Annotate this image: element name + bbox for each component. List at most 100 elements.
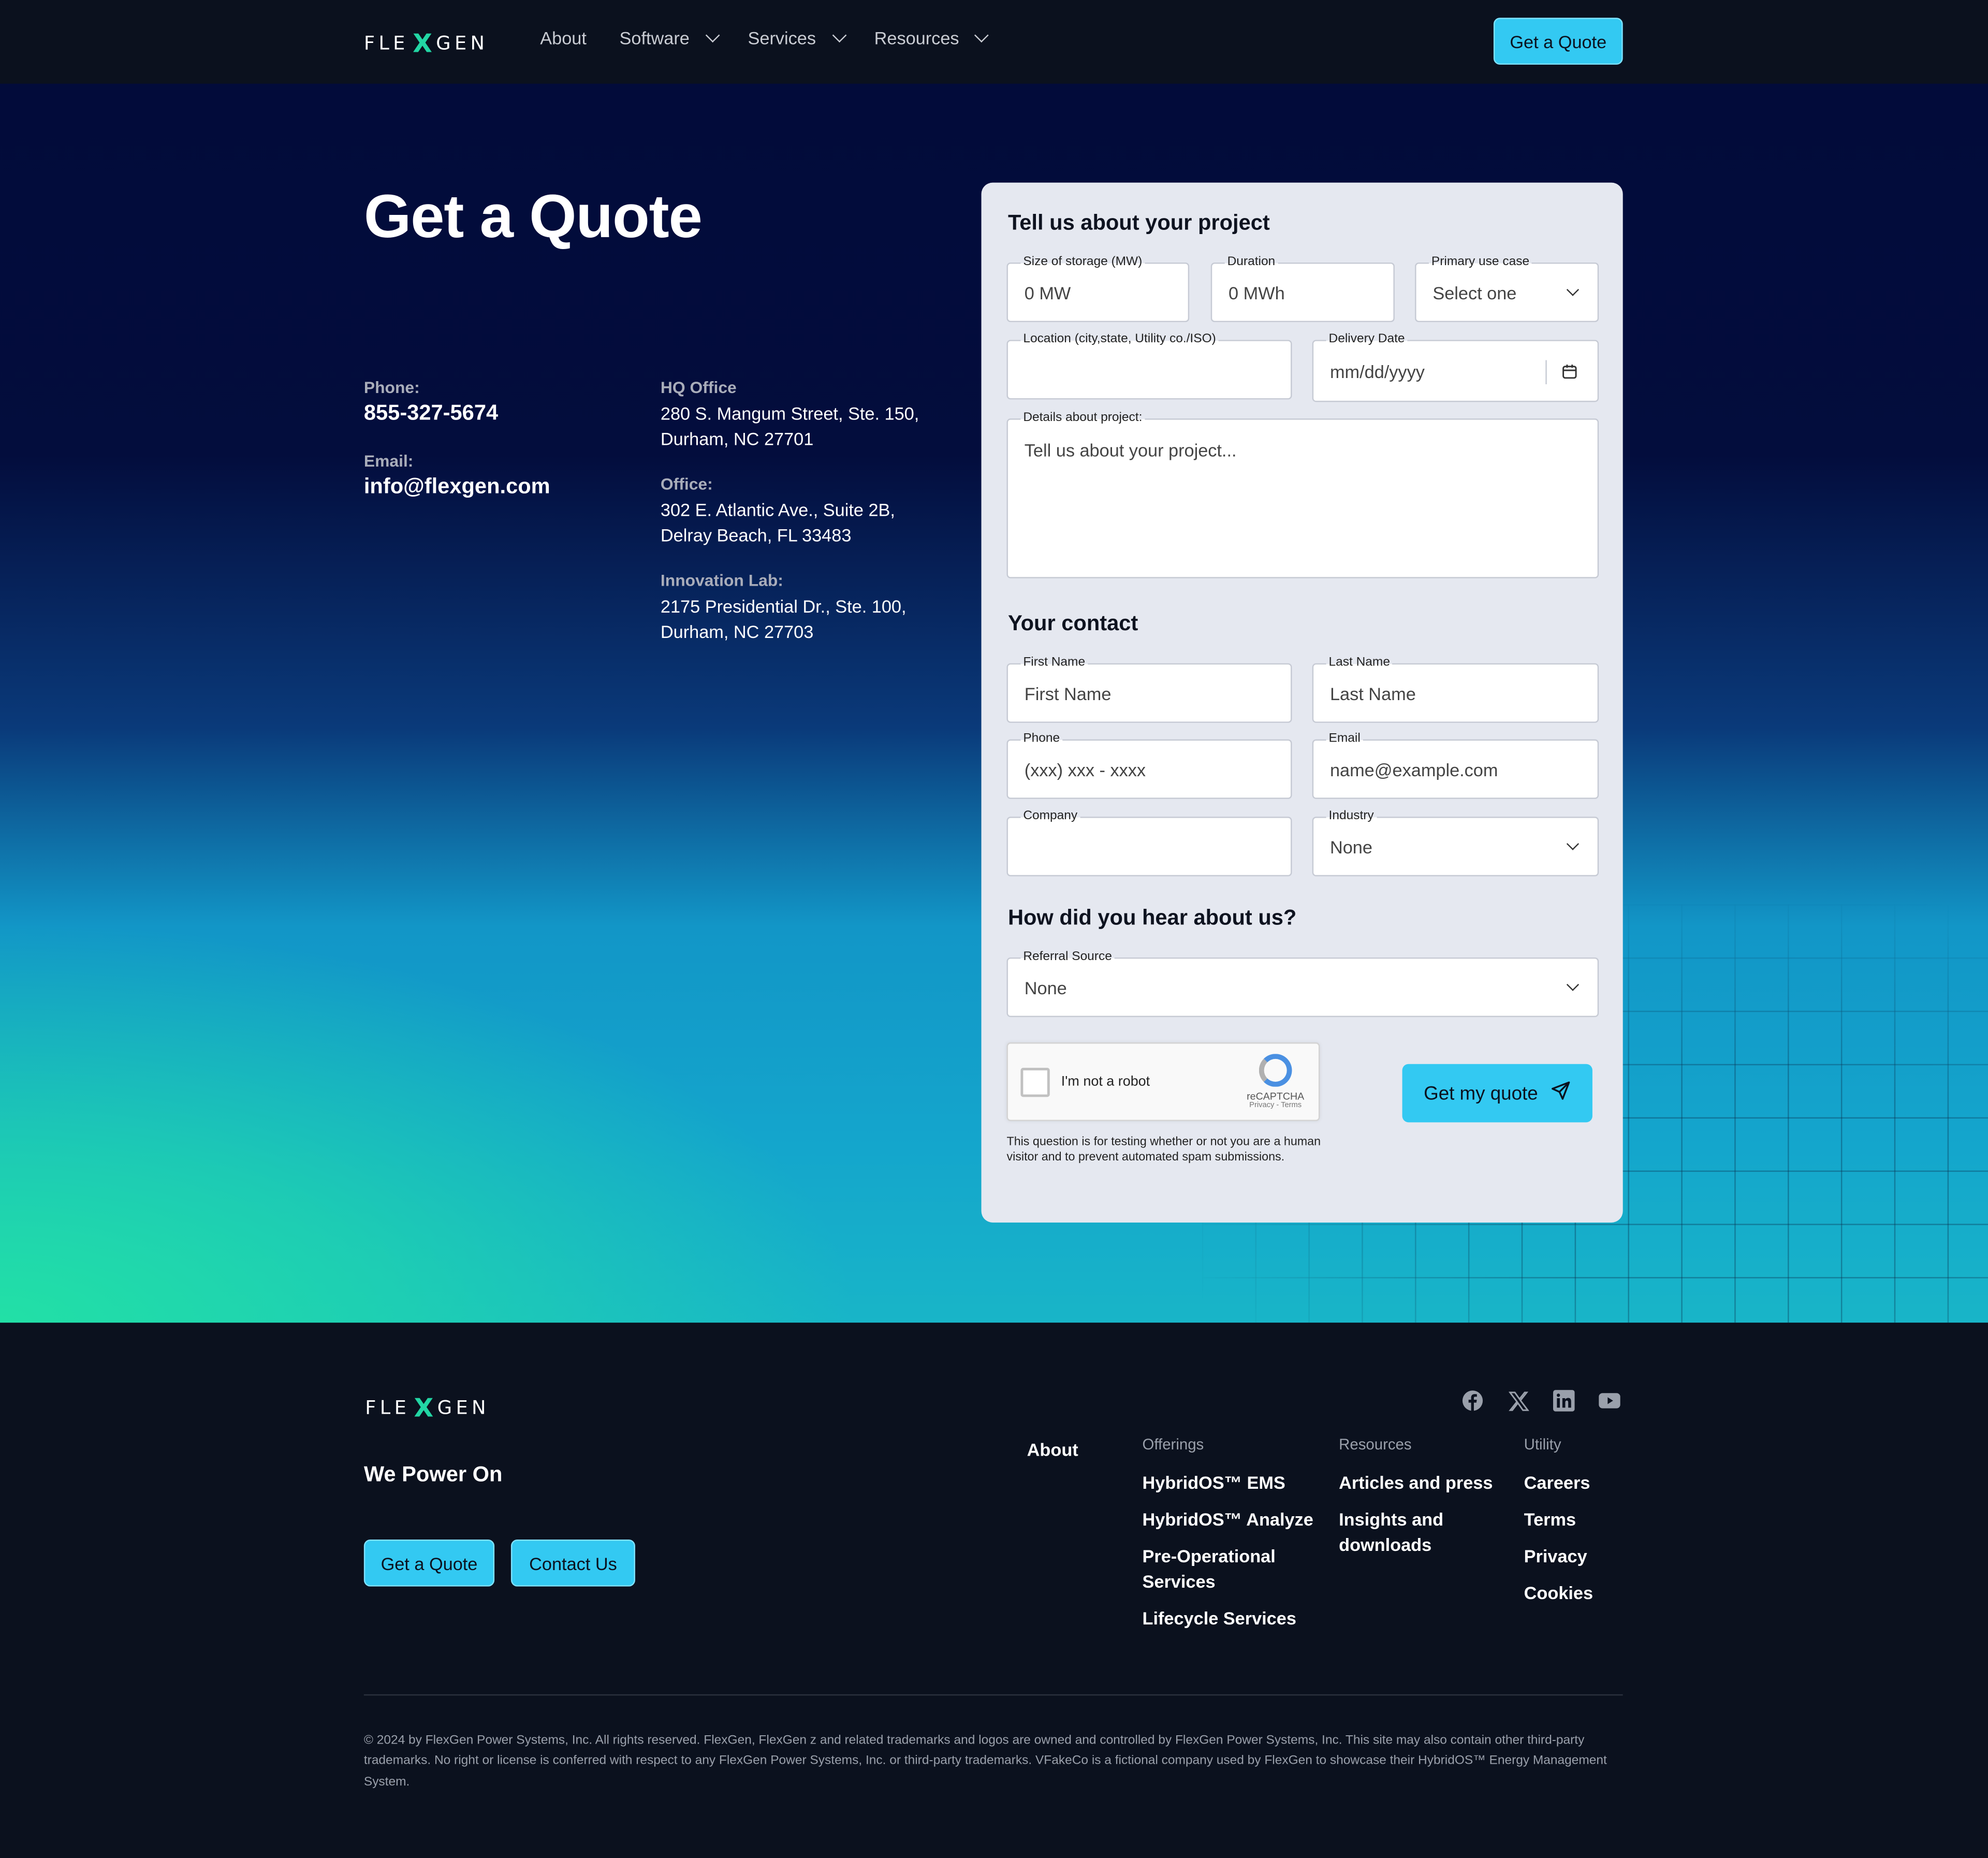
primary-use-label: Primary use case <box>1429 255 1532 270</box>
recaptcha-widget: I'm not a robot reCAPTCHA Privacy - Term… <box>1006 1042 1320 1121</box>
project-section-title: Tell us about your project <box>1007 210 1270 235</box>
submit-label: Get my quote <box>1424 1082 1538 1104</box>
nav-about[interactable]: About <box>540 28 587 48</box>
delivery-date-input[interactable]: Delivery Date mm/dd/yyyy <box>1312 332 1599 402</box>
footer-tagline: We Power On <box>363 1462 503 1487</box>
chevron-down-icon <box>1566 283 1580 296</box>
footer-link-about[interactable]: About <box>1027 1437 1078 1462</box>
footer-utility-heading: Utility <box>1524 1435 1561 1454</box>
logo-text-left: FLE <box>363 32 409 55</box>
recaptcha-privacy-terms[interactable]: Privacy - Terms <box>1244 1102 1307 1110</box>
footer-link-terms[interactable]: Terms <box>1524 1506 1626 1532</box>
project-details-placeholder: Tell us about your project... <box>1024 440 1237 460</box>
calendar-icon[interactable] <box>1562 362 1577 385</box>
chevron-down-icon <box>975 28 989 43</box>
site-footer: FLE X GEN We Power On Get a Quote Contact … <box>0 1323 1988 1858</box>
date-divider <box>1545 360 1547 385</box>
footer-contact-us-button[interactable]: Contact Us <box>510 1540 635 1587</box>
email-input[interactable]: Email name@example.com <box>1312 732 1599 799</box>
office-addresses: HQ Office 280 S. Mangum Street, Ste. 150… <box>661 378 919 644</box>
footer-col-resources: Resources Articles and press Insights an… <box>1339 1435 1503 1569</box>
top-nav: FLE X GEN About Software Services Resource… <box>0 0 1988 84</box>
storage-size-input[interactable]: Size of storage (MW) 0 MW <box>1006 255 1190 323</box>
industry-select[interactable]: Industry None <box>1312 809 1599 877</box>
footer-link-hybridos-analyze[interactable]: HybridOS™ Analyze <box>1143 1506 1314 1532</box>
recaptcha-label: I'm not a robot <box>1061 1074 1150 1090</box>
footer-link-lifecycle[interactable]: Lifecycle Services <box>1143 1605 1314 1631</box>
linkedin-icon[interactable] <box>1553 1390 1575 1412</box>
footer-link-hybridos-ems[interactable]: HybridOS™ EMS <box>1143 1470 1314 1495</box>
first-name-label: First Name <box>1020 656 1088 671</box>
nav-resources-label: Resources <box>874 27 959 49</box>
page-title: Get a Quote <box>363 184 703 251</box>
project-details-textarea[interactable]: Details about project: Tell us about you… <box>1006 411 1599 578</box>
footer-link-careers[interactable]: Careers <box>1524 1470 1626 1495</box>
last-name-label: Last Name <box>1326 656 1393 671</box>
footer-link-pre-operational[interactable]: Pre-Operational Services <box>1143 1543 1314 1594</box>
industry-value: None <box>1329 837 1372 858</box>
company-input[interactable]: Company <box>1006 809 1292 877</box>
get-my-quote-button[interactable]: Get my quote <box>1402 1064 1592 1123</box>
office-label: HQ Office <box>660 378 737 397</box>
email-field-label: Email <box>1326 732 1363 747</box>
email-link[interactable]: info@flexgen.com <box>364 474 550 500</box>
delivery-date-label: Delivery Date <box>1326 332 1408 348</box>
nav-get-quote-button[interactable]: Get a Quote <box>1493 18 1623 65</box>
office-label: Office: <box>660 474 713 493</box>
nav-about-label: About <box>540 27 587 49</box>
duration-input[interactable]: Duration 0 MWh <box>1210 255 1395 323</box>
flexgen-logo[interactable]: FLE X GEN <box>364 28 489 59</box>
footer-link-cookies[interactable]: Cookies <box>1524 1580 1626 1605</box>
footer-link-insights[interactable]: Insights and downloads <box>1339 1506 1503 1557</box>
recaptcha-brand-text: reCAPTCHA <box>1247 1091 1305 1102</box>
last-name-input[interactable]: Last Name Last Name <box>1312 656 1599 723</box>
footer-link-articles[interactable]: Articles and press <box>1339 1470 1503 1495</box>
referral-source-select[interactable]: Referral Source None <box>1006 950 1599 1018</box>
office-address-line: Delray Beach, FL 33483 <box>660 525 852 546</box>
nav-resources[interactable]: Resources <box>874 27 989 49</box>
legal-text: © 2024 by FlexGen Power Systems, Inc. Al… <box>363 1733 1607 1790</box>
captcha-note: This question is for testing whether or … <box>1006 1135 1321 1165</box>
office-label: Innovation Lab: <box>660 571 783 590</box>
storage-size-placeholder: 0 MW <box>1024 283 1071 303</box>
company-label: Company <box>1020 809 1080 824</box>
first-name-placeholder: First Name <box>1024 684 1112 704</box>
first-name-input[interactable]: First Name First Name <box>1006 656 1292 723</box>
phone-placeholder: (xxx) xxx - xxxx <box>1024 759 1146 780</box>
industry-label: Industry <box>1326 809 1377 824</box>
footer-link-privacy[interactable]: Privacy <box>1524 1543 1626 1569</box>
recaptcha-checkbox[interactable] <box>1020 1068 1050 1097</box>
delivery-date-placeholder: mm/dd/yyyy <box>1329 361 1425 382</box>
storage-size-label: Size of storage (MW) <box>1020 255 1145 270</box>
office-address-line: 2175 Presidential Dr., Ste. 100, <box>660 596 907 617</box>
office-address-line: 280 S. Mangum Street, Ste. 150, <box>660 403 919 424</box>
referral-section-title: How did you hear about us? <box>1007 905 1297 930</box>
primary-use-select[interactable]: Primary use case Select one <box>1415 255 1599 323</box>
chevron-down-icon <box>1566 978 1580 991</box>
project-details-label: Details about project: <box>1020 411 1145 426</box>
nav-services[interactable]: Services <box>748 28 846 48</box>
nav-software-label: Software <box>619 27 690 49</box>
phone-label: Phone: <box>363 378 420 397</box>
youtube-icon[interactable] <box>1599 1390 1620 1412</box>
footer-col-utility: Utility Careers Terms Privacy Cookies <box>1524 1435 1626 1617</box>
facebook-icon[interactable] <box>1462 1390 1484 1412</box>
hero-section: Get a Quote Phone: 855-327-5674 Email: i… <box>0 83 1988 1323</box>
footer-divider <box>363 1694 1623 1696</box>
logo-text-right: GEN <box>436 32 489 55</box>
footer-col-about: About <box>1027 1437 1078 1474</box>
phone-link[interactable]: 855-327-5674 <box>364 401 550 426</box>
footer-get-quote-button[interactable]: Get a Quote <box>363 1540 495 1587</box>
contact-info: Phone: 855-327-5674 Email: info@flexgen.… <box>364 378 550 500</box>
chevron-down-icon <box>831 28 846 43</box>
chevron-down-icon <box>1566 837 1580 850</box>
logo-text-left: FLE <box>365 1396 411 1419</box>
phone-input[interactable]: Phone (xxx) xxx - xxxx <box>1006 732 1292 799</box>
nav-software[interactable]: Software <box>619 27 720 49</box>
duration-label: Duration <box>1224 255 1278 270</box>
footer-logo[interactable]: FLE X GEN <box>365 1392 490 1423</box>
x-icon[interactable] <box>1508 1390 1529 1412</box>
location-label: Location (city,state, Utility co./ISO) <box>1020 332 1219 348</box>
quote-form: Tell us about your project Size of stora… <box>981 182 1623 1223</box>
location-input[interactable]: Location (city,state, Utility co./ISO) <box>1006 332 1292 400</box>
